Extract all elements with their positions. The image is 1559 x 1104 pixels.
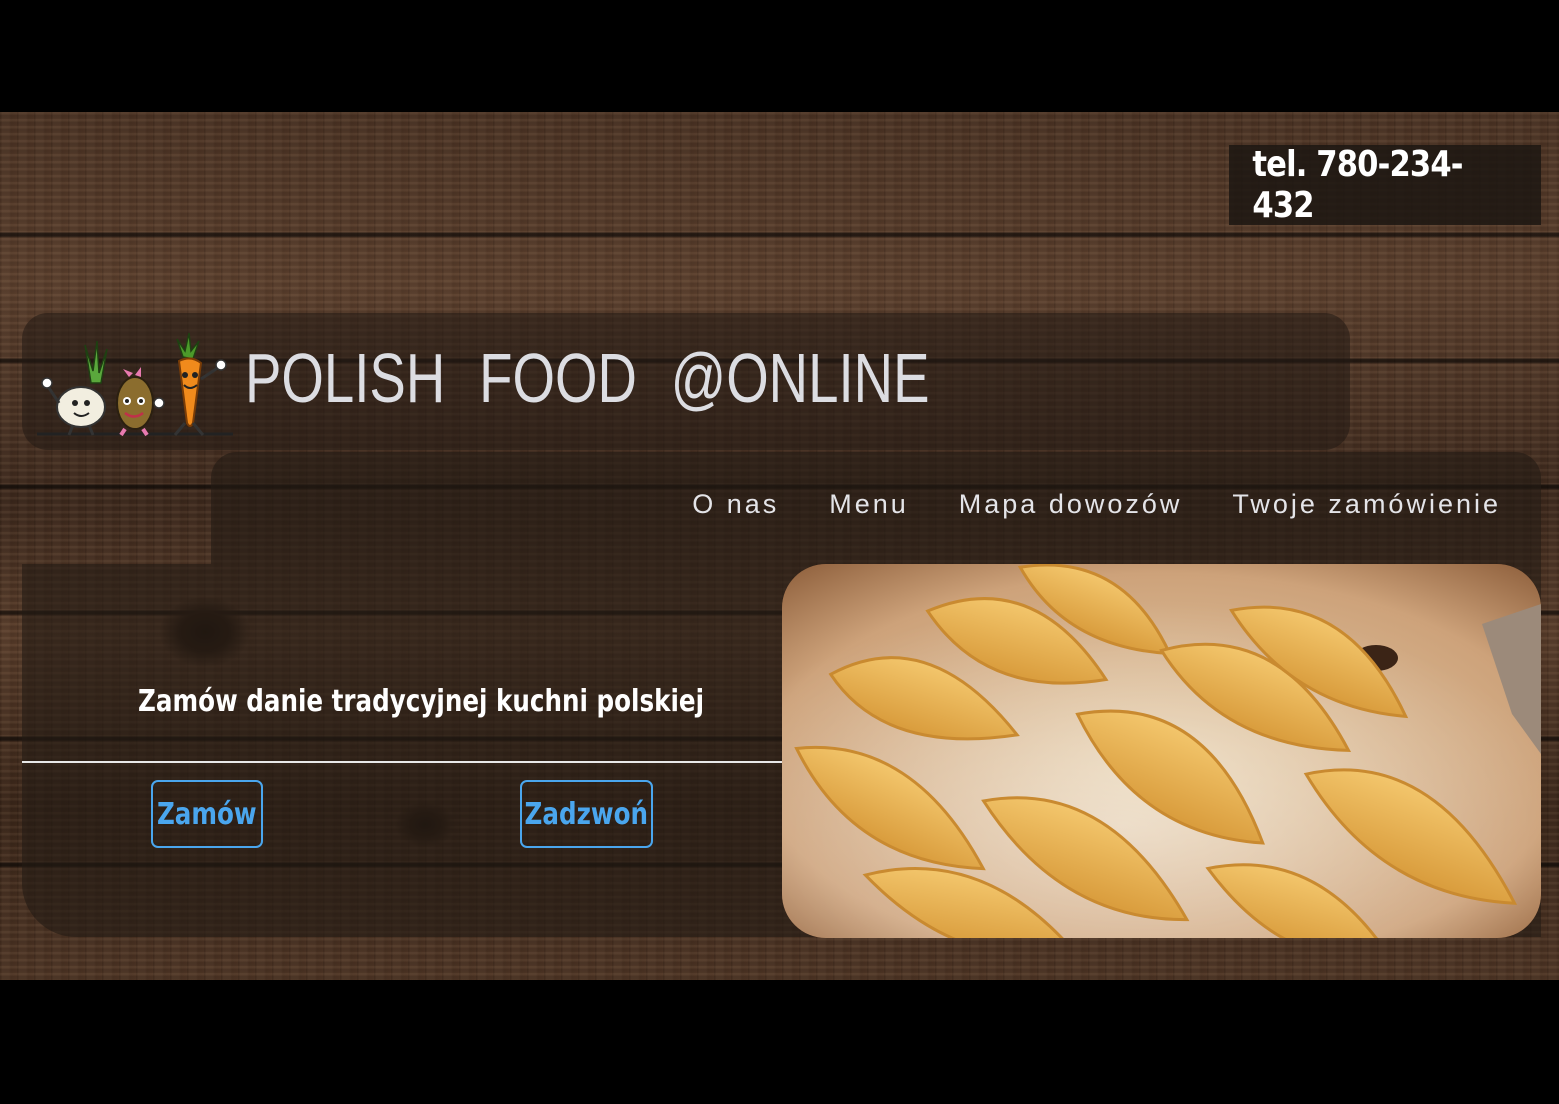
nav-item-your-order[interactable]: Twoje zamówienie [1232,489,1501,520]
order-button-label: Zamów [157,796,257,832]
nav-item-about[interactable]: O nas [692,489,779,520]
site-title: POLISH FOOD @ONLINE [245,339,930,417]
order-button[interactable]: Zamów [151,780,263,848]
call-button-label: Zadzwoń [524,796,649,832]
site-container: tel. 780-234-432 POLISH FOOD @ONLINE O n… [0,112,1559,980]
divider [22,761,782,763]
pierogi-photo-image [782,564,1541,938]
hero-tagline: Zamów danie tradycyjnej kuchni polskiej [138,684,705,719]
main-nav: O nas Menu Mapa dowozów Twoje zamówienie [692,489,1501,520]
nav-item-menu[interactable]: Menu [829,489,909,520]
phone-number[interactable]: tel. 780-234-432 [1252,144,1517,226]
vegetables-mascots-logo-icon[interactable] [33,323,237,441]
call-button[interactable]: Zadzwoń [520,780,653,848]
nav-panel: O nas Menu Mapa dowozów Twoje zamówienie [211,452,1541,564]
pierogi-photo-icon [782,564,1541,938]
nav-item-delivery-map[interactable]: Mapa dowozów [959,489,1183,520]
phone-box[interactable]: tel. 780-234-432 [1229,144,1541,226]
